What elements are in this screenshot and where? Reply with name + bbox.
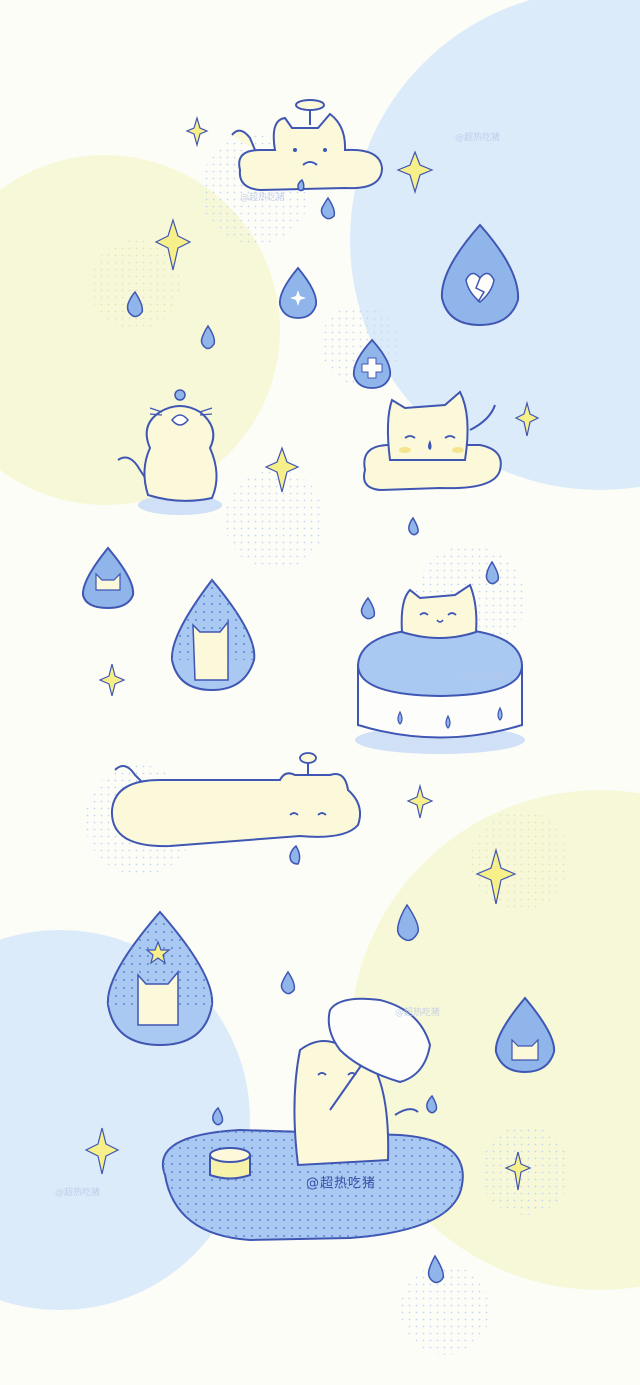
watermark: @超热吃猪 [55, 1188, 101, 1198]
watermark: @超热吃猪 [460, 673, 506, 683]
dot-halftone [225, 470, 325, 570]
raindrop-icon [280, 970, 296, 995]
watermark: @超热吃猪 [455, 133, 501, 143]
raindrop-icon [289, 844, 301, 865]
raindrop-icon [360, 596, 376, 620]
dot-halftone [470, 810, 570, 910]
sparkle-icon [185, 115, 209, 148]
raindrop-icon [427, 1254, 445, 1284]
watermark: @超热吃猪 [240, 193, 286, 203]
sparkle-icon [98, 663, 126, 697]
artist-signature: @超热吃猪 [306, 1176, 377, 1191]
dot-halftone [400, 1265, 490, 1355]
raindrop-icon [408, 516, 419, 536]
raindrop-icon [320, 196, 336, 220]
sparkle-icon [406, 783, 434, 819]
watermark: @超热吃猪 [395, 1008, 441, 1018]
